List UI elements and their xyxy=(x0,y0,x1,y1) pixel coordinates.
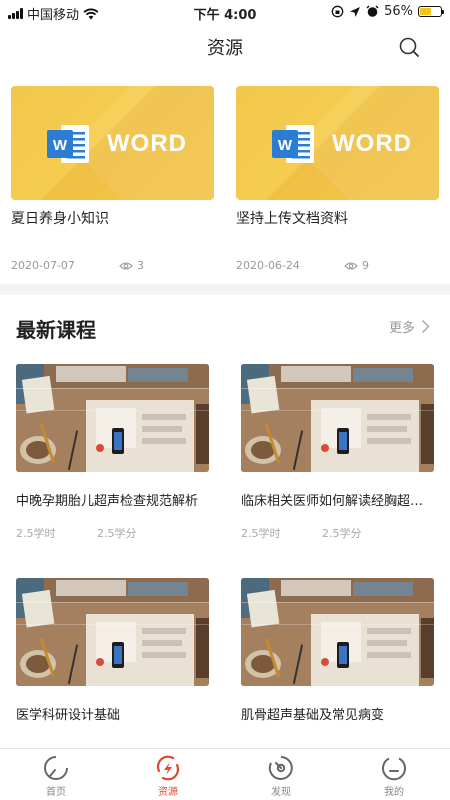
resource-views-count: 3 xyxy=(137,259,144,272)
page-title: 资源 xyxy=(207,38,243,59)
section-divider xyxy=(0,284,450,295)
search-icon[interactable] xyxy=(398,36,420,58)
course-card[interactable]: 中晚孕期胎儿超声检查规范解析 2.5学时 2.5学分 xyxy=(16,364,209,540)
course-card[interactable]: 医学科研设计基础 xyxy=(16,578,209,753)
course-thumbnail[interactable] xyxy=(241,364,434,472)
course-meta: 2.5学时 2.5学分 xyxy=(241,525,434,540)
svg-text:W: W xyxy=(53,137,68,154)
tab-label: 我的 xyxy=(384,787,404,798)
course-hours: 2.5学时 xyxy=(241,527,281,540)
tab-discover[interactable]: 发现 xyxy=(225,749,337,800)
resource-title[interactable]: 坚持上传文档资料 xyxy=(236,208,439,228)
course-meta: 2.5学时 2.5学分 xyxy=(16,525,209,540)
course-thumbnail[interactable] xyxy=(16,364,209,472)
status-right: 56% xyxy=(331,4,444,19)
course-hours: 2.5学时 xyxy=(16,527,56,540)
course-title[interactable]: 临床相关医师如何解读经胸超声心动图 xyxy=(241,490,434,509)
orientation-lock-icon xyxy=(331,5,344,18)
desk-photo-image xyxy=(241,578,434,686)
chevron-right-icon xyxy=(421,319,430,334)
more-button[interactable]: 更多 xyxy=(389,317,430,336)
status-bar: 中国移动 下午 4:00 56% xyxy=(0,0,450,24)
nav-bar: 资源 xyxy=(0,24,450,68)
svg-text:W: W xyxy=(278,137,293,154)
word-label: WORD xyxy=(107,130,187,157)
tab-label: 首页 xyxy=(46,787,66,798)
word-doc-icon: W xyxy=(272,125,314,163)
resource-views-count: 9 xyxy=(362,259,369,272)
desk-photo-image xyxy=(16,364,209,472)
resource-views: 9 xyxy=(344,259,369,272)
resource-icon xyxy=(156,755,180,781)
battery-icon xyxy=(418,6,444,17)
eye-icon xyxy=(119,261,133,270)
resource-title[interactable]: 夏日养身小知识 xyxy=(11,208,214,228)
home-icon xyxy=(44,756,68,780)
discover-icon xyxy=(268,756,293,780)
course-title[interactable]: 中晚孕期胎儿超声检查规范解析 xyxy=(16,490,209,509)
course-card[interactable]: 肌骨超声基础及常见病变 xyxy=(241,578,434,753)
tab-home[interactable]: 首页 xyxy=(0,749,112,800)
course-thumbnail[interactable] xyxy=(16,578,209,686)
resource-views: 3 xyxy=(119,259,144,272)
resource-thumbnail[interactable]: W WORD xyxy=(236,86,439,200)
tab-profile[interactable]: 我的 xyxy=(338,749,450,800)
course-title[interactable]: 肌骨超声基础及常见病变 xyxy=(241,704,434,723)
tab-bar: 首页 资源 发现 我的 xyxy=(0,748,450,800)
eye-icon xyxy=(344,261,358,270)
course-title[interactable]: 医学科研设计基础 xyxy=(16,704,209,723)
course-credits: 2.5学分 xyxy=(97,527,137,540)
word-label: WORD xyxy=(332,130,412,157)
location-icon xyxy=(350,6,361,17)
profile-icon xyxy=(382,757,406,781)
tab-label: 发现 xyxy=(271,787,291,798)
tab-resource[interactable]: 资源 xyxy=(112,749,224,800)
section-title: 最新课程 xyxy=(16,318,96,342)
resource-thumbnail[interactable]: W WORD xyxy=(11,86,214,200)
tab-label: 资源 xyxy=(158,787,178,798)
battery-percent: 56% xyxy=(384,4,413,19)
desk-photo-image xyxy=(16,578,209,686)
course-thumbnail[interactable] xyxy=(241,578,434,686)
desk-photo-image xyxy=(241,364,434,472)
resource-date: 2020-07-07 xyxy=(11,259,75,272)
resource-date: 2020-06-24 xyxy=(236,259,300,272)
course-card[interactable]: 临床相关医师如何解读经胸超声心动图 2.5学时 2.5学分 xyxy=(241,364,434,540)
battery-fill xyxy=(420,8,432,15)
resource-card[interactable]: W WORD 坚持上传文档资料 2020-06-24 9 xyxy=(236,86,439,272)
resource-card[interactable]: W WORD 夏日养身小知识 2020-07-07 3 xyxy=(11,86,214,272)
course-credits: 2.5学分 xyxy=(322,527,362,540)
word-doc-icon: W xyxy=(47,125,89,163)
more-label: 更多 xyxy=(388,321,415,336)
alarm-icon xyxy=(366,5,379,17)
